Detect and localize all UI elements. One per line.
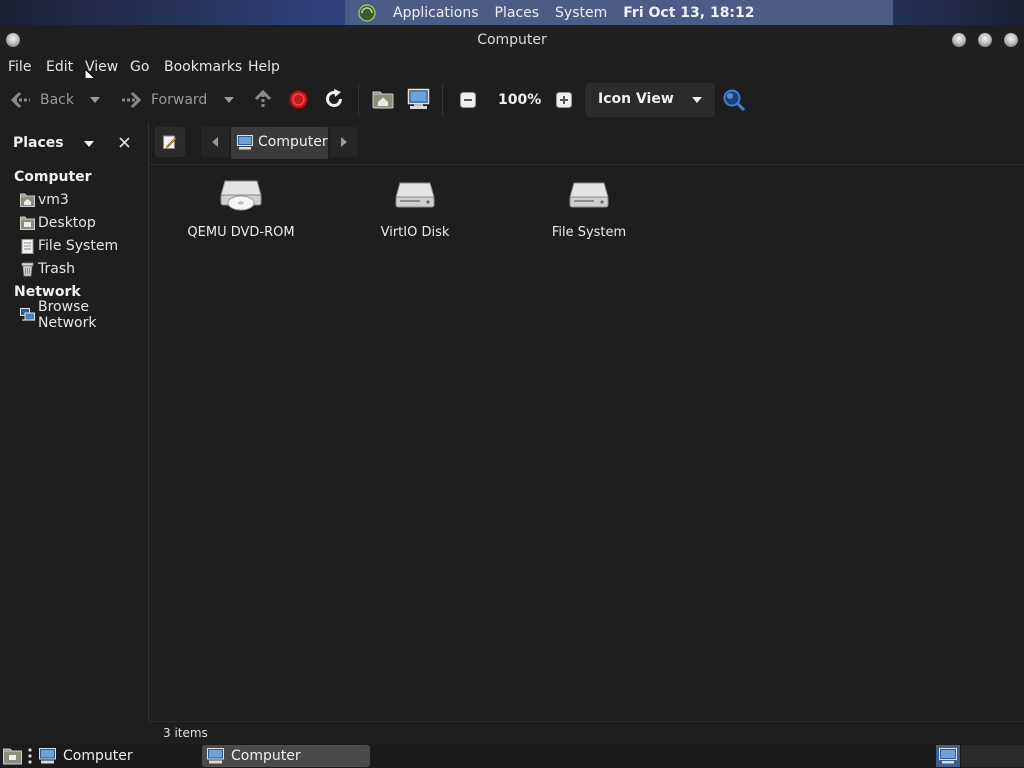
file-icon-view[interactable]: QEMU DVD-ROM VirtIO Disk File System: [149, 165, 1024, 720]
file-item-virtio-disk[interactable]: VirtIO Disk: [335, 177, 495, 240]
sidebar-header[interactable]: Places: [13, 135, 64, 151]
location-bar: Computer: [149, 122, 1024, 165]
hard-disk-icon: [395, 182, 435, 208]
taskbar-window-label: Computer: [231, 748, 301, 764]
sidebar-item-label: Trash: [38, 261, 75, 277]
sidebar-dropdown-icon[interactable]: [84, 141, 94, 147]
toolbar-separator: [358, 84, 359, 116]
menu-edit[interactable]: Edit: [46, 59, 73, 75]
window-title: Computer: [477, 32, 547, 48]
close-window-button[interactable]: [1004, 33, 1018, 47]
chevron-right-icon: [341, 137, 347, 147]
breadcrumb-scroll-left[interactable]: [201, 127, 229, 157]
forward-button[interactable]: Forward: [118, 84, 222, 116]
trash-icon: [21, 262, 34, 276]
menu-bookmarks[interactable]: Bookmarks: [164, 59, 242, 75]
computer-icon[interactable]: [407, 88, 430, 110]
sidebar-item-label: Desktop: [38, 215, 96, 231]
sidebar-item-vm3[interactable]: vm3: [20, 190, 69, 210]
forward-arrow-icon: [122, 91, 142, 109]
status-bar: 3 items: [149, 721, 1024, 745]
up-arrow-icon[interactable]: [253, 89, 273, 109]
close-icon[interactable]: [119, 137, 130, 148]
zoom-level[interactable]: 100%: [498, 92, 541, 108]
file-item-label: VirtIO Disk: [380, 225, 450, 240]
file-item-label: QEMU DVD-ROM: [187, 225, 295, 240]
show-desktop-icon[interactable]: [3, 747, 22, 765]
sidebar-item-trash[interactable]: Trash: [20, 259, 75, 279]
zoom-out-icon[interactable]: [460, 92, 476, 108]
network-icon: [20, 308, 35, 321]
computer-launcher[interactable]: Computer: [38, 744, 158, 768]
chevron-down-icon: [692, 97, 702, 103]
search-icon[interactable]: [722, 88, 746, 112]
minimize-button[interactable]: [952, 33, 966, 47]
system-menu[interactable]: System: [555, 5, 607, 21]
menu-help[interactable]: Help: [248, 59, 280, 75]
desktop-folder-icon: [20, 216, 35, 230]
reload-icon[interactable]: [323, 88, 345, 110]
computer-icon: [39, 748, 56, 764]
breadcrumb-computer[interactable]: Computer: [231, 127, 328, 159]
workspace-icon: [939, 748, 957, 764]
zoom-in-icon[interactable]: [556, 92, 572, 108]
view-mode-label: Icon View: [598, 91, 674, 107]
stop-icon[interactable]: [288, 89, 309, 110]
sidebar-item-browse-network[interactable]: Browse Network: [20, 299, 148, 331]
menu-file[interactable]: File: [8, 59, 31, 75]
back-history-dropdown-icon[interactable]: [90, 97, 100, 103]
chevron-left-icon: [212, 137, 218, 147]
distro-logo-icon[interactable]: [357, 3, 377, 23]
workspace-2[interactable]: [961, 745, 1024, 767]
sidebar-item-label: File System: [38, 238, 119, 254]
launcher-label: Computer: [63, 748, 133, 764]
workspace-switcher[interactable]: [936, 745, 960, 767]
menu-go[interactable]: Go: [130, 59, 149, 75]
computer-icon: [207, 748, 224, 764]
bottom-panel: Computer Computer: [0, 744, 1024, 768]
places-sidebar: Places Computer vm3 Desktop File System: [0, 122, 149, 720]
view-mode-select[interactable]: Icon View: [585, 83, 715, 117]
file-item-file-system[interactable]: File System: [509, 177, 669, 240]
top-panel-menu: Applications Places System Fri Oct 13, 1…: [345, 0, 893, 25]
home-folder-icon[interactable]: [372, 89, 394, 109]
applications-menu[interactable]: Applications: [393, 5, 479, 21]
forward-label: Forward: [151, 92, 208, 108]
sidebar-item-file-system[interactable]: File System: [20, 236, 118, 256]
taskbar-window-computer[interactable]: Computer: [202, 745, 370, 767]
sidebar-section-network: Network: [14, 284, 81, 300]
file-item-qemu-dvd-rom[interactable]: QEMU DVD-ROM: [161, 177, 321, 240]
back-arrow-icon: [10, 91, 30, 109]
panel-handle-icon[interactable]: [28, 748, 32, 764]
menubar: File Edit View Go Bookmarks Help: [0, 56, 1024, 86]
computer-icon: [237, 135, 253, 150]
breadcrumb-label: Computer: [258, 134, 328, 150]
sidebar-section-computer: Computer: [14, 169, 92, 185]
edit-location-button[interactable]: [155, 127, 185, 157]
home-folder-icon: [20, 193, 35, 207]
clock[interactable]: Fri Oct 13, 18:12: [623, 5, 754, 21]
optical-drive-icon: [220, 180, 262, 211]
window-titlebar[interactable]: Computer: [0, 25, 1024, 56]
top-panel: Applications Places System Fri Oct 13, 1…: [0, 0, 1024, 25]
pencil-icon: [163, 135, 177, 149]
breadcrumb-scroll-right[interactable]: [330, 127, 358, 157]
hard-disk-icon: [569, 182, 609, 208]
sidebar-item-label: vm3: [38, 192, 69, 208]
toolbar-separator: [442, 84, 443, 116]
maximize-button[interactable]: [978, 33, 992, 47]
file-item-label: File System: [551, 225, 627, 240]
forward-history-dropdown-icon[interactable]: [224, 97, 234, 103]
status-item-count: 3 items: [163, 726, 208, 740]
back-label: Back: [40, 92, 74, 108]
places-menu[interactable]: Places: [495, 5, 540, 21]
file-system-icon: [21, 238, 34, 254]
sidebar-item-label: Browse Network: [38, 299, 97, 331]
toolbar: Back Forward 100% Icon View: [0, 78, 1024, 123]
sidebar-item-desktop[interactable]: Desktop: [20, 213, 96, 233]
